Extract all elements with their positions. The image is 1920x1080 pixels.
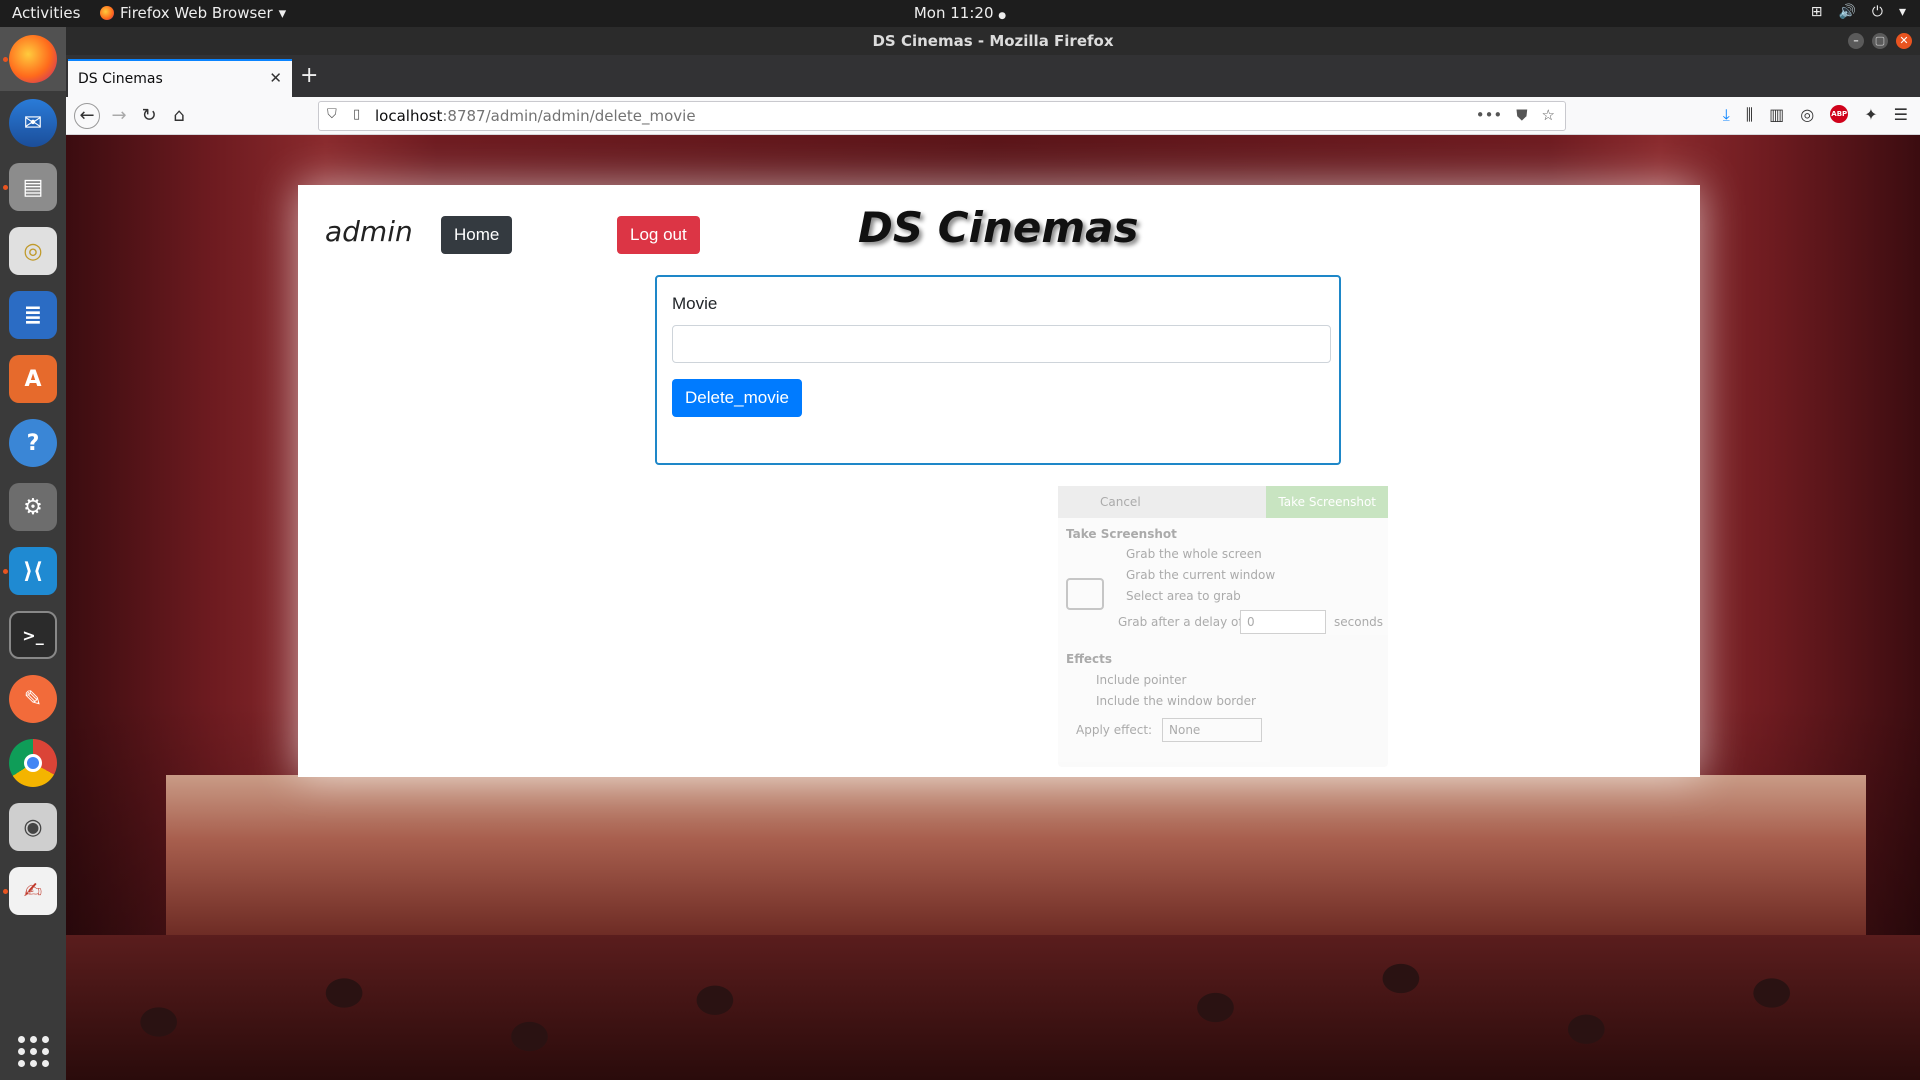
chevron-down-icon: ▾ — [278, 4, 287, 22]
username-label: admin — [325, 215, 413, 248]
firefox-icon — [100, 6, 114, 20]
movie-label: Movie — [672, 294, 718, 313]
url-bar[interactable]: ⛉ ▯ localhost:8787/admin/admin/delete_mo… — [318, 101, 1566, 131]
page-info-icon[interactable]: ▯ — [353, 107, 360, 122]
dock-firefox-icon[interactable] — [9, 35, 57, 83]
dock-chrome-icon[interactable] — [9, 739, 57, 787]
dialog-option: Grab the whole screen — [1126, 547, 1262, 561]
app-menu[interactable]: Firefox Web Browser ▾ — [100, 4, 286, 22]
adblock-icon[interactable]: ABP — [1830, 105, 1849, 123]
sidebar-icon[interactable]: ▥ — [1769, 105, 1784, 125]
dock-screenshot-icon[interactable]: ◉ — [9, 803, 57, 851]
screenshot-dialog-ghost: Cancel Take Screenshot Take Screenshot G… — [1058, 486, 1388, 767]
back-icon[interactable]: ← — [74, 103, 100, 129]
dock-postman-icon[interactable]: ✎ — [9, 675, 57, 723]
delete-movie-form: Movie Delete_movie — [655, 275, 1341, 465]
url-text[interactable]: localhost:8787/admin/admin/delete_movie — [375, 107, 696, 125]
url-path: :8787/admin/admin/delete_movie — [442, 107, 696, 125]
running-indicator — [3, 57, 8, 62]
dock-software-icon[interactable]: A — [9, 355, 57, 403]
app-menu-label: Firefox Web Browser — [120, 4, 273, 22]
dialog-header: Cancel Take Screenshot — [1058, 486, 1388, 518]
dock-thunderbird-icon[interactable]: ✉ — [9, 99, 57, 147]
running-indicator — [3, 185, 8, 190]
menu-icon[interactable]: ☰ — [1894, 105, 1908, 125]
site-title: DS Cinemas — [858, 203, 1139, 252]
tab-bar: DS Cinemas ✕ + — [66, 55, 1920, 97]
account-icon[interactable]: ◎ — [1800, 105, 1814, 125]
home-icon[interactable]: ⌂ — [166, 103, 192, 129]
dialog-apply-select: None — [1162, 718, 1262, 742]
delete-movie-button[interactable]: Delete_movie — [672, 379, 802, 417]
dialog-delay-spinner: 0 — [1240, 610, 1326, 634]
dialog-delay-label: Grab after a delay of — [1118, 615, 1243, 629]
new-tab-icon[interactable]: + — [300, 63, 318, 88]
cinema-audience-background — [66, 935, 1920, 1080]
system-tray[interactable]: ⊞ 🔊 ⏻ ▾ — [1811, 4, 1906, 20]
dock-text-editor-icon[interactable]: ✍ — [9, 867, 57, 915]
clock[interactable]: Mon 11:20 ● — [914, 4, 1006, 22]
main-panel: admin Home Log out DS Cinemas Movie Dele… — [298, 185, 1700, 777]
system-top-bar: Activities Firefox Web Browser ▾ Mon 11:… — [0, 0, 1920, 27]
notification-dot-icon: ● — [998, 11, 1007, 21]
dock-writer-icon[interactable]: ≣ — [9, 291, 57, 339]
home-button[interactable]: Home — [441, 216, 513, 254]
minimize-icon[interactable]: – — [1848, 33, 1864, 49]
dialog-apply-label: Apply effect: — [1076, 723, 1153, 737]
dock: ✉ ▤ ◎ ≣ A ? ⚙ ⟩⟨ >_ ✎ ◉ ✍ — [0, 27, 66, 1080]
cinema-stage-background — [166, 775, 1866, 935]
url-host: localhost — [375, 107, 443, 125]
show-applications-icon[interactable] — [9, 1027, 57, 1075]
dock-terminal-icon[interactable]: >_ — [9, 611, 57, 659]
firefox-window: DS Cinemas - Mozilla Firefox – ▢ ✕ DS Ci… — [66, 27, 1920, 1080]
downloads-icon[interactable]: ⤓ — [1723, 105, 1730, 125]
network-icon[interactable]: ⊞ — [1811, 4, 1823, 20]
dialog-option: Select area to grab — [1126, 589, 1241, 603]
activities-button[interactable]: Activities — [12, 4, 80, 22]
extensions-icon[interactable]: ✦ — [1864, 105, 1877, 125]
window-titlebar: DS Cinemas - Mozilla Firefox – ▢ ✕ — [66, 27, 1920, 55]
close-icon[interactable]: ✕ — [1896, 33, 1912, 49]
dialog-section-title: Take Screenshot — [1066, 527, 1177, 541]
tracking-protection-icon[interactable]: ⛉ — [327, 107, 337, 122]
dock-vscode-icon[interactable]: ⟩⟨ — [9, 547, 57, 595]
pocket-icon[interactable]: ⛊ — [1516, 106, 1527, 124]
dialog-option: Include the window border — [1096, 694, 1256, 708]
navigation-toolbar: ← → ↻ ⌂ ⛉ ▯ localhost:8787/admin/admin/d… — [66, 97, 1920, 135]
movie-input[interactable] — [672, 325, 1331, 363]
running-indicator — [3, 889, 8, 894]
dialog-take-screenshot-button: Take Screenshot — [1266, 486, 1388, 518]
dock-files-icon[interactable]: ▤ — [9, 163, 57, 211]
library-icon[interactable]: ⫼ — [1746, 105, 1753, 125]
maximize-icon[interactable]: ▢ — [1872, 33, 1888, 49]
tab-close-icon[interactable]: ✕ — [269, 69, 282, 87]
dialog-cancel-button: Cancel — [1100, 495, 1141, 509]
camera-icon — [1066, 578, 1104, 610]
running-indicator — [3, 569, 8, 574]
forward-icon[interactable]: → — [106, 103, 132, 129]
dialog-delay-unit: seconds — [1334, 615, 1384, 629]
page-actions-icon[interactable]: ••• — [1476, 106, 1503, 124]
dialog-option: Include pointer — [1096, 673, 1187, 687]
bookmark-star-icon[interactable]: ☆ — [1542, 106, 1555, 124]
chevron-down-icon[interactable]: ▾ — [1899, 4, 1906, 20]
page-content: admin Home Log out DS Cinemas Movie Dele… — [66, 135, 1920, 1080]
volume-icon[interactable]: 🔊 — [1838, 4, 1855, 20]
logout-button[interactable]: Log out — [617, 216, 700, 254]
dialog-option: Grab the current window — [1126, 568, 1276, 582]
reload-icon[interactable]: ↻ — [136, 103, 162, 129]
dock-settings-icon[interactable]: ⚙ — [9, 483, 57, 531]
dialog-section-title: Effects — [1066, 652, 1113, 666]
tab-ds-cinemas[interactable]: DS Cinemas ✕ — [68, 59, 292, 97]
window-title: DS Cinemas - Mozilla Firefox — [872, 32, 1114, 50]
dock-help-icon[interactable]: ? — [9, 419, 57, 467]
tab-title: DS Cinemas — [78, 71, 163, 87]
dock-rhythmbox-icon[interactable]: ◎ — [9, 227, 57, 275]
power-icon[interactable]: ⏻ — [1872, 4, 1883, 20]
